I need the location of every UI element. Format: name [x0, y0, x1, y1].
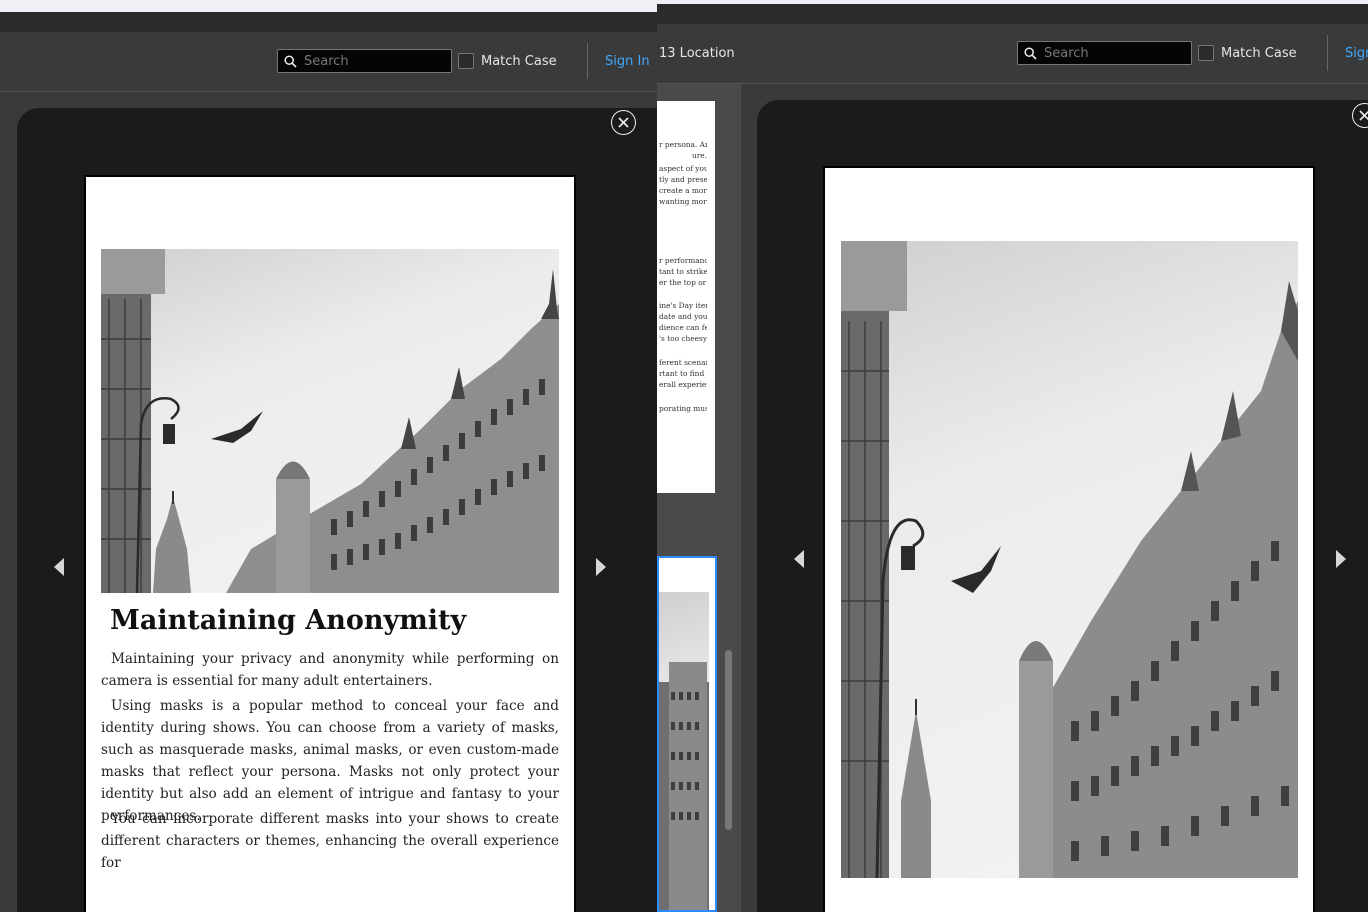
- match-case-checkbox[interactable]: [458, 53, 474, 69]
- next-page-button[interactable]: [591, 553, 611, 581]
- close-button[interactable]: [611, 110, 636, 135]
- search-icon: [1018, 42, 1042, 64]
- thumbnail-text-line: create a more: [659, 186, 707, 195]
- toolbar: 13 Location Match Case Sign: [657, 24, 1368, 84]
- thumbnail-text-line: ine's Day items,: [659, 301, 707, 310]
- thumbnail-text-line: er the top or too: [659, 278, 707, 287]
- previous-page-button[interactable]: [789, 545, 809, 573]
- thumbnail-text-line: r performances: [659, 256, 707, 265]
- reader-modal: [757, 100, 1368, 912]
- close-icon: [618, 117, 629, 128]
- close-icon: [1359, 110, 1368, 121]
- search-box[interactable]: [1017, 41, 1192, 65]
- sign-in-link[interactable]: Sign In: [605, 54, 650, 69]
- page-photo: [101, 249, 559, 593]
- chevron-left-icon: [54, 558, 64, 576]
- book-page: [823, 166, 1315, 912]
- window-bar: [657, 4, 1368, 24]
- thumbnail-text-line: wanting more.: [659, 197, 707, 206]
- thumbnail-text-line: rtant to find a: [659, 369, 707, 378]
- thumbnail-text-line: porating music,: [659, 404, 707, 413]
- thumbnail-text-line: tant to strike a: [659, 267, 707, 276]
- thumbnail-photo: [659, 592, 709, 910]
- thumbnail-text-line: date and your: [659, 312, 707, 321]
- toolbar-separator: [587, 43, 588, 79]
- thumbnail-text-line: 's too cheesy or: [659, 334, 707, 343]
- reader-window-foreground: Match Case Sign In: [0, 0, 657, 912]
- previous-page-button[interactable]: [49, 553, 69, 581]
- thumbnail-text-line: dience can feel: [659, 323, 707, 332]
- search-input[interactable]: [302, 53, 442, 69]
- chevron-right-icon: [1336, 550, 1346, 568]
- thumbnail-text-line: r persona. And: [659, 140, 707, 149]
- search-box[interactable]: [277, 49, 452, 73]
- match-case-label: Match Case: [1221, 46, 1297, 61]
- thumbnail-text-line: erall experience: [659, 380, 707, 389]
- thumbnail-panel: r persona. And ure. aspect of your tly and …: [657, 84, 741, 912]
- next-page-button[interactable]: [1331, 545, 1351, 573]
- toolbar: Match Case Sign In: [0, 32, 657, 92]
- location-label: 13 Location: [659, 46, 735, 61]
- sign-in-link[interactable]: Sign: [1345, 46, 1368, 61]
- thumbnail-scrollbar[interactable]: [725, 650, 732, 830]
- search-icon: [278, 50, 302, 72]
- search-input[interactable]: [1042, 45, 1182, 61]
- reader-window-background: 13 Location Match Case Sign r persona. A…: [657, 0, 1368, 912]
- thumbnail-text-line: tly and present: [659, 175, 707, 184]
- page-photo: [841, 241, 1298, 878]
- match-case-label: Match Case: [481, 54, 557, 69]
- page-thumbnail[interactable]: r persona. And ure. aspect of your tly and …: [657, 101, 715, 493]
- toolbar-separator: [1327, 35, 1328, 71]
- paragraph: Maintaining your privacy and anonymity w…: [101, 651, 559, 689]
- chapter-heading: Maintaining Anonymity: [110, 605, 467, 636]
- chevron-left-icon: [794, 550, 804, 568]
- book-page: Maintaining Anonymity Maintaining your p…: [84, 175, 576, 912]
- thumbnail-text-line: ure.: [691, 151, 707, 160]
- page-thumbnail-selected[interactable]: [657, 556, 717, 912]
- match-case-checkbox[interactable]: [1198, 45, 1214, 61]
- chevron-right-icon: [596, 558, 606, 576]
- paragraph: You can incorporate different masks into…: [101, 811, 559, 871]
- reader-modal: Maintaining Anonymity Maintaining your p…: [17, 108, 657, 912]
- thumbnail-text-line: aspect of your: [659, 164, 707, 173]
- window-bar: [0, 12, 657, 32]
- close-button[interactable]: [1352, 103, 1368, 128]
- thumbnail-text-line: ferent scenarios: [659, 358, 707, 367]
- title-strip: [0, 0, 657, 12]
